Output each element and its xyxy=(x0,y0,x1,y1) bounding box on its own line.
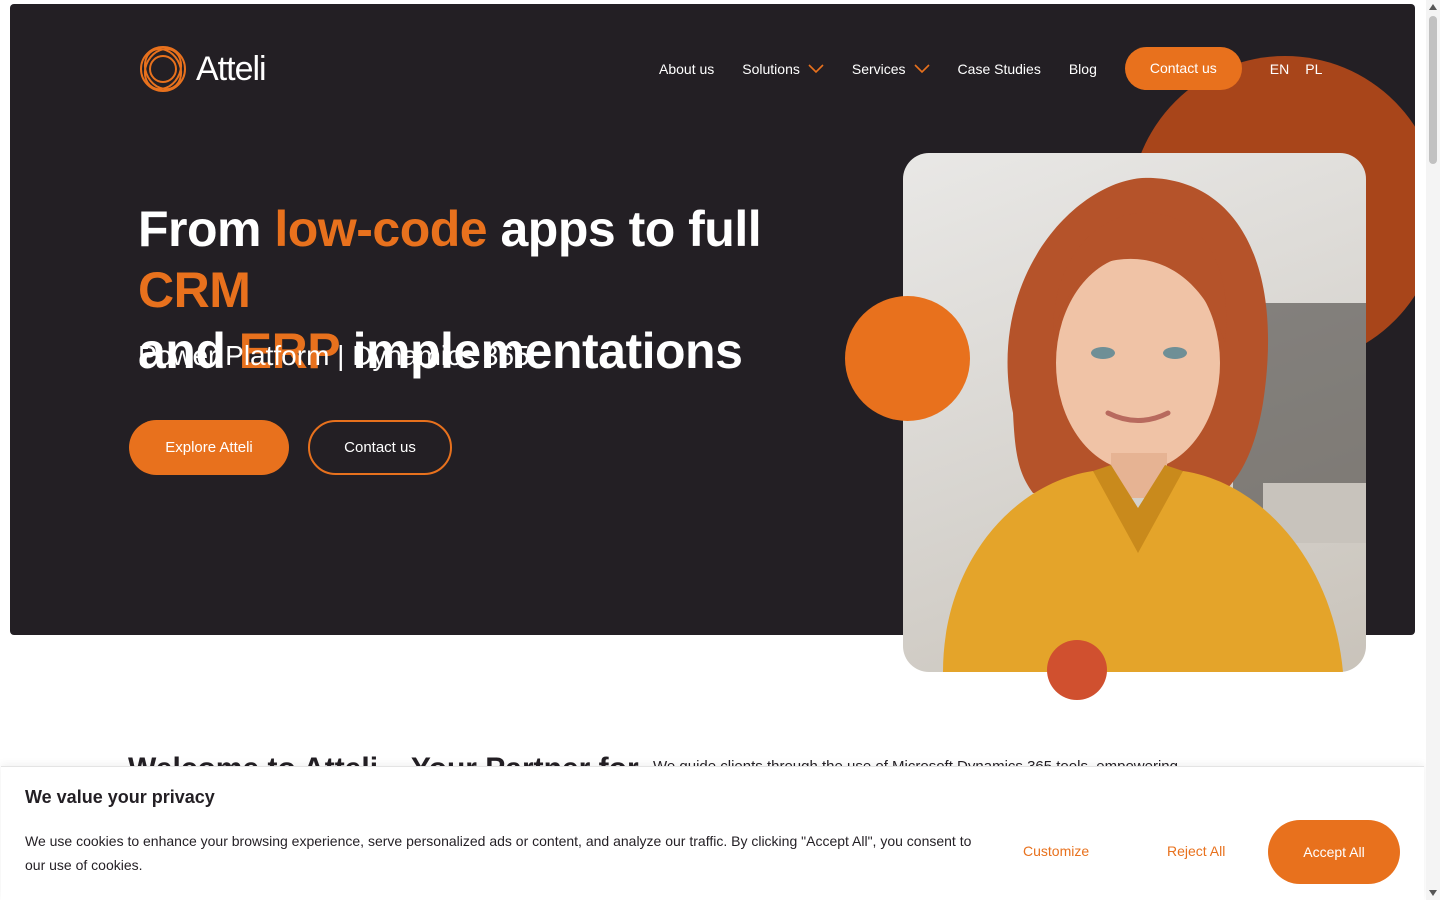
cookie-banner: We value your privacy We use cookies to … xyxy=(1,766,1424,900)
nav-item-label: Solutions xyxy=(742,60,800,77)
nav-item-solutions[interactable]: Solutions xyxy=(742,61,824,77)
explore-button[interactable]: Explore Atteli xyxy=(129,420,289,475)
headline-accent: low-code xyxy=(274,201,488,257)
hero-subheadline: Power Platform | Dynamics 365 xyxy=(138,340,530,371)
logo-text: Atteli xyxy=(196,49,267,88)
atteli-rings-logo-icon xyxy=(140,46,186,92)
nav-item-case-studies[interactable]: Case Studies xyxy=(958,61,1041,77)
headline-text: apps to full xyxy=(487,201,762,257)
decorative-small-circle xyxy=(1047,640,1107,700)
cookie-text: We use cookies to enhance your browsing … xyxy=(25,833,972,873)
scroll-down-icon[interactable] xyxy=(1429,890,1437,896)
headline-accent: CRM xyxy=(138,262,251,318)
language-pl[interactable]: PL xyxy=(1305,61,1322,77)
nav-item-label: Blog xyxy=(1068,60,1097,77)
woman-portrait-image xyxy=(943,177,1366,672)
hero-photo xyxy=(903,153,1366,672)
logo[interactable]: Atteli xyxy=(138,44,267,94)
nav-item-blog[interactable]: Blog xyxy=(1069,61,1097,77)
chevron-down-icon xyxy=(808,63,824,73)
cookie-customize-button[interactable]: Customize xyxy=(1023,843,1089,859)
language-en[interactable]: EN xyxy=(1270,61,1289,77)
cookie-title: We value your privacy xyxy=(25,787,215,807)
headline-text: From xyxy=(138,201,275,257)
chevron-down-icon xyxy=(913,63,930,73)
nav-item-label: Services xyxy=(851,60,906,77)
nav-contact-button[interactable]: Contact us xyxy=(1124,47,1242,90)
scrollbar[interactable] xyxy=(1426,0,1440,900)
nav-item-about-us[interactable]: About us xyxy=(659,61,714,77)
nav-item-label: Case Studies xyxy=(957,60,1041,77)
language-switcher: EN PL xyxy=(1270,61,1323,77)
page: Atteli About us Solutions Services Case … xyxy=(0,0,1440,900)
scroll-up-icon[interactable] xyxy=(1429,4,1437,10)
nav-item-label: About us xyxy=(659,60,715,77)
scroll-thumb[interactable] xyxy=(1429,16,1437,164)
nav-item-services[interactable]: Services xyxy=(852,61,930,77)
cookie-accept-button[interactable]: Accept All xyxy=(1268,820,1400,884)
main-nav: About us Solutions Services Case Studies… xyxy=(645,47,1322,90)
cookie-reject-button[interactable]: Reject All xyxy=(1167,843,1225,859)
decorative-orange-circle xyxy=(845,296,970,421)
hero-contact-button[interactable]: Contact us xyxy=(308,420,452,475)
